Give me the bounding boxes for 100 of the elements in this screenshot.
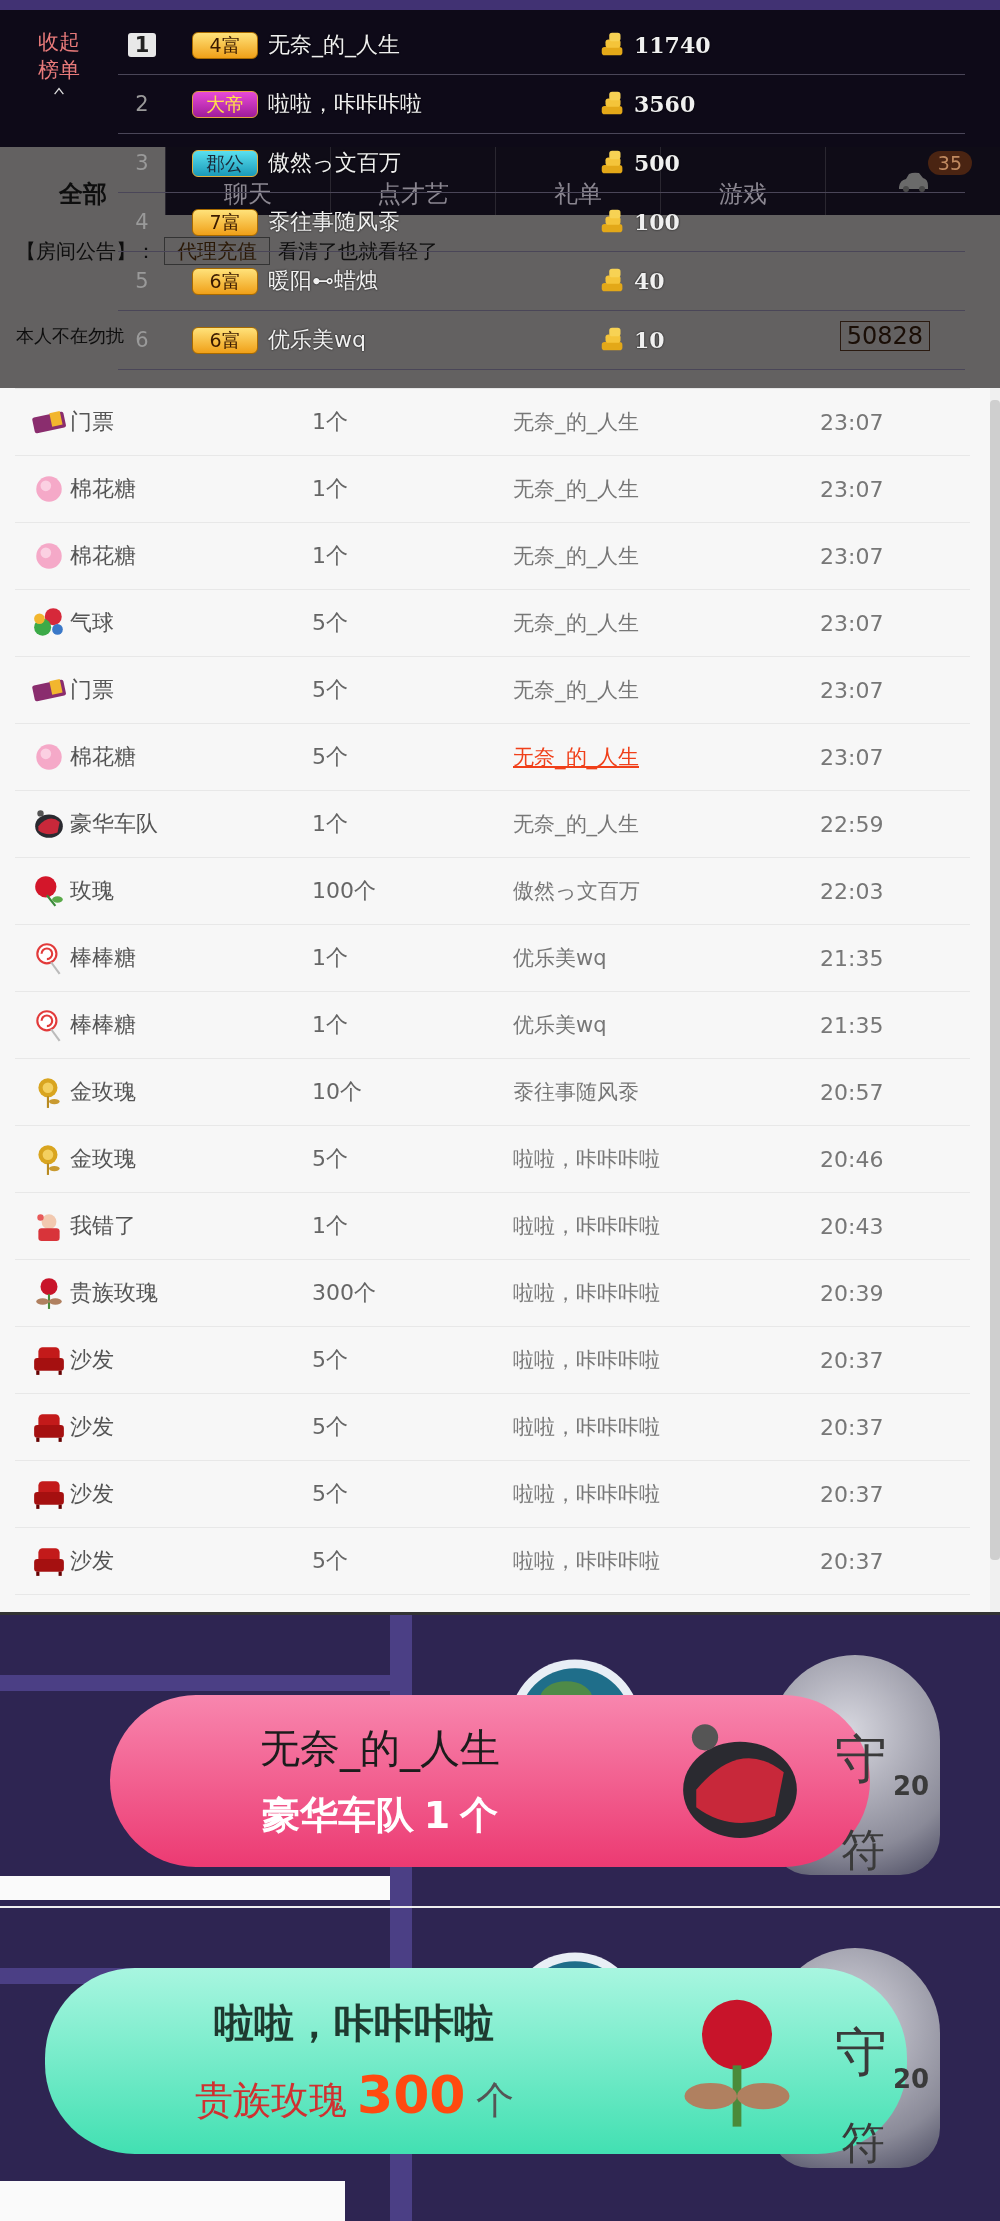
rank-badge: 6富 (192, 267, 258, 295)
gift-name: 玫瑰 (70, 877, 114, 905)
sender-name: 无奈_的_人生 (260, 1724, 500, 1774)
gift-time: 20:37 (820, 1548, 884, 1574)
gift-time: 20:46 (820, 1146, 884, 1172)
user-name: 啦啦，咔咔咔啦 (268, 90, 423, 118)
counter: 50828 (839, 321, 930, 351)
tab[interactable]: 聊天 (224, 179, 272, 209)
sender-link[interactable]: 啦啦，咔咔咔啦 (513, 1346, 820, 1374)
gift-count: 10个 (312, 1078, 363, 1106)
gift-name: 棉花糖 (70, 475, 136, 503)
user-name: 优乐美wq (268, 326, 367, 354)
gift-time: 20:43 (820, 1213, 884, 1239)
sender-link[interactable]: 无奈_的_人生 (513, 542, 820, 570)
sender-link[interactable]: 无奈_的_人生 (513, 810, 820, 838)
count-unit: 个 (460, 1792, 499, 1839)
tab[interactable]: 礼单 (554, 179, 602, 209)
gift-time: 20:39 (820, 1280, 884, 1306)
gift-time: 20:37 (820, 1414, 884, 1440)
gift-name: 门票 (70, 676, 114, 704)
gift-time: 23:07 (820, 476, 884, 502)
gift-name: 金玫瑰 (70, 1145, 136, 1173)
tab[interactable]: 游戏 (719, 179, 767, 209)
gift-time: 22:59 (820, 811, 884, 837)
gift-name: 豪华车队 (261, 1792, 414, 1839)
gift-time: 20:57 (820, 1079, 884, 1105)
coin-amount: 40 (634, 268, 665, 294)
gift-name: 沙发 (70, 1346, 114, 1374)
gift-count: 1个 (312, 1011, 349, 1039)
coin-amount: 10 (634, 327, 665, 353)
gift-count: 1个 (312, 1212, 349, 1240)
rose-icon (32, 874, 66, 908)
gift-count: 5个 (312, 1413, 349, 1441)
gift-time: 21:35 (820, 1012, 884, 1038)
coin-amount: 500 (634, 150, 680, 176)
tab[interactable]: 全部 (58, 179, 107, 209)
gift-time: 23:07 (820, 610, 884, 636)
gift-name: 金玫瑰 (70, 1078, 136, 1106)
coin-amount: 100 (634, 209, 680, 235)
count-badge: 35 (927, 151, 972, 175)
rank-badge: 6富 (192, 326, 258, 354)
sender-link[interactable]: 沗往事随风沗 (513, 1078, 820, 1106)
gift-name: 棒棒糖 (70, 944, 136, 972)
coin-amount: 3560 (634, 91, 696, 117)
gift-count: 5个 (312, 1480, 349, 1508)
rank-badge: 大帝 (192, 90, 258, 118)
gift-count: 100个 (312, 877, 377, 905)
gift-time: 23:07 (820, 677, 884, 703)
gift-name: 沙发 (70, 1547, 114, 1575)
sender-link[interactable]: 优乐美wq (513, 944, 820, 972)
gift-name: 棉花糖 (70, 743, 136, 771)
sender-link[interactable]: 啦啦，咔咔咔啦 (513, 1413, 820, 1441)
gift-time: 23:07 (820, 543, 884, 569)
gift-count: 5个 (312, 1547, 349, 1575)
gift-name: 棒棒糖 (70, 1011, 136, 1039)
sender-link[interactable]: 无奈_的_人生 (513, 676, 820, 704)
announcement-label: 【房间公告】： (16, 237, 156, 265)
sender-link[interactable]: 优乐美wq (513, 1011, 820, 1039)
gift-count: 5个 (312, 609, 349, 637)
gift-count: 300 (357, 2065, 466, 2125)
gift-count: 1个 (312, 944, 349, 972)
gift-time: 20:37 (820, 1481, 884, 1507)
gift-name: 我错了 (70, 1212, 136, 1240)
sender-link[interactable]: 啦啦，咔咔咔啦 (513, 1279, 820, 1307)
sender-link[interactable]: 啦啦，咔咔咔啦 (513, 1145, 820, 1173)
sender-link[interactable]: 无奈_的_人生 (513, 408, 820, 436)
gift-time: 23:07 (820, 409, 884, 435)
gift-count: 5个 (312, 676, 349, 704)
guard-level: 20 (893, 1771, 930, 1801)
rank-number: 3 (134, 151, 150, 175)
guard-label: 守 (835, 2021, 887, 2084)
gift-count: 5个 (312, 1346, 349, 1374)
gift-count: 1个 (312, 475, 349, 503)
rank-number: 1 (128, 33, 156, 57)
gift-name: 贵族玫瑰 (195, 2077, 347, 2124)
sender-name: 啦啦，咔咔咔啦 (214, 1999, 495, 2048)
sender-link[interactable]: 啦啦，咔咔咔啦 (513, 1547, 820, 1575)
sender-link[interactable]: 傲然っ文百万 (513, 877, 820, 905)
gift-name: 贵族玫瑰 (70, 1279, 158, 1307)
user-name: 傲然っ文百万 (268, 149, 402, 177)
sender-link[interactable]: 啦啦，咔咔咔啦 (513, 1212, 820, 1240)
gift-name: 豪华车队 (70, 810, 158, 838)
rank-badge: 郡公 (192, 149, 258, 177)
user-name: 沗往事随风沗 (268, 208, 401, 236)
sender-link[interactable]: 无奈_的_人生 (513, 475, 820, 503)
sender-link[interactable]: 无奈_的_人生 (513, 743, 820, 771)
race-car-icon (32, 807, 66, 841)
gift-time: 22:03 (820, 878, 884, 904)
rank-number: 6 (134, 328, 150, 352)
sender-link[interactable]: 无奈_的_人生 (513, 609, 820, 637)
sender-link[interactable]: 啦啦，咔咔咔啦 (513, 1480, 820, 1508)
gift-name: 沙发 (70, 1480, 114, 1508)
user-name: 无奈_的_人生 (268, 31, 401, 60)
gift-name: 门票 (70, 408, 114, 436)
gift-name: 棉花糖 (70, 542, 136, 570)
coin-amount: 11740 (634, 32, 711, 58)
gift-count: 1个 (312, 542, 349, 570)
collapse-link[interactable]: 收起榜单 (38, 28, 80, 84)
rank-badge: 4富 (192, 31, 258, 59)
gift-count: 5个 (312, 1145, 349, 1173)
